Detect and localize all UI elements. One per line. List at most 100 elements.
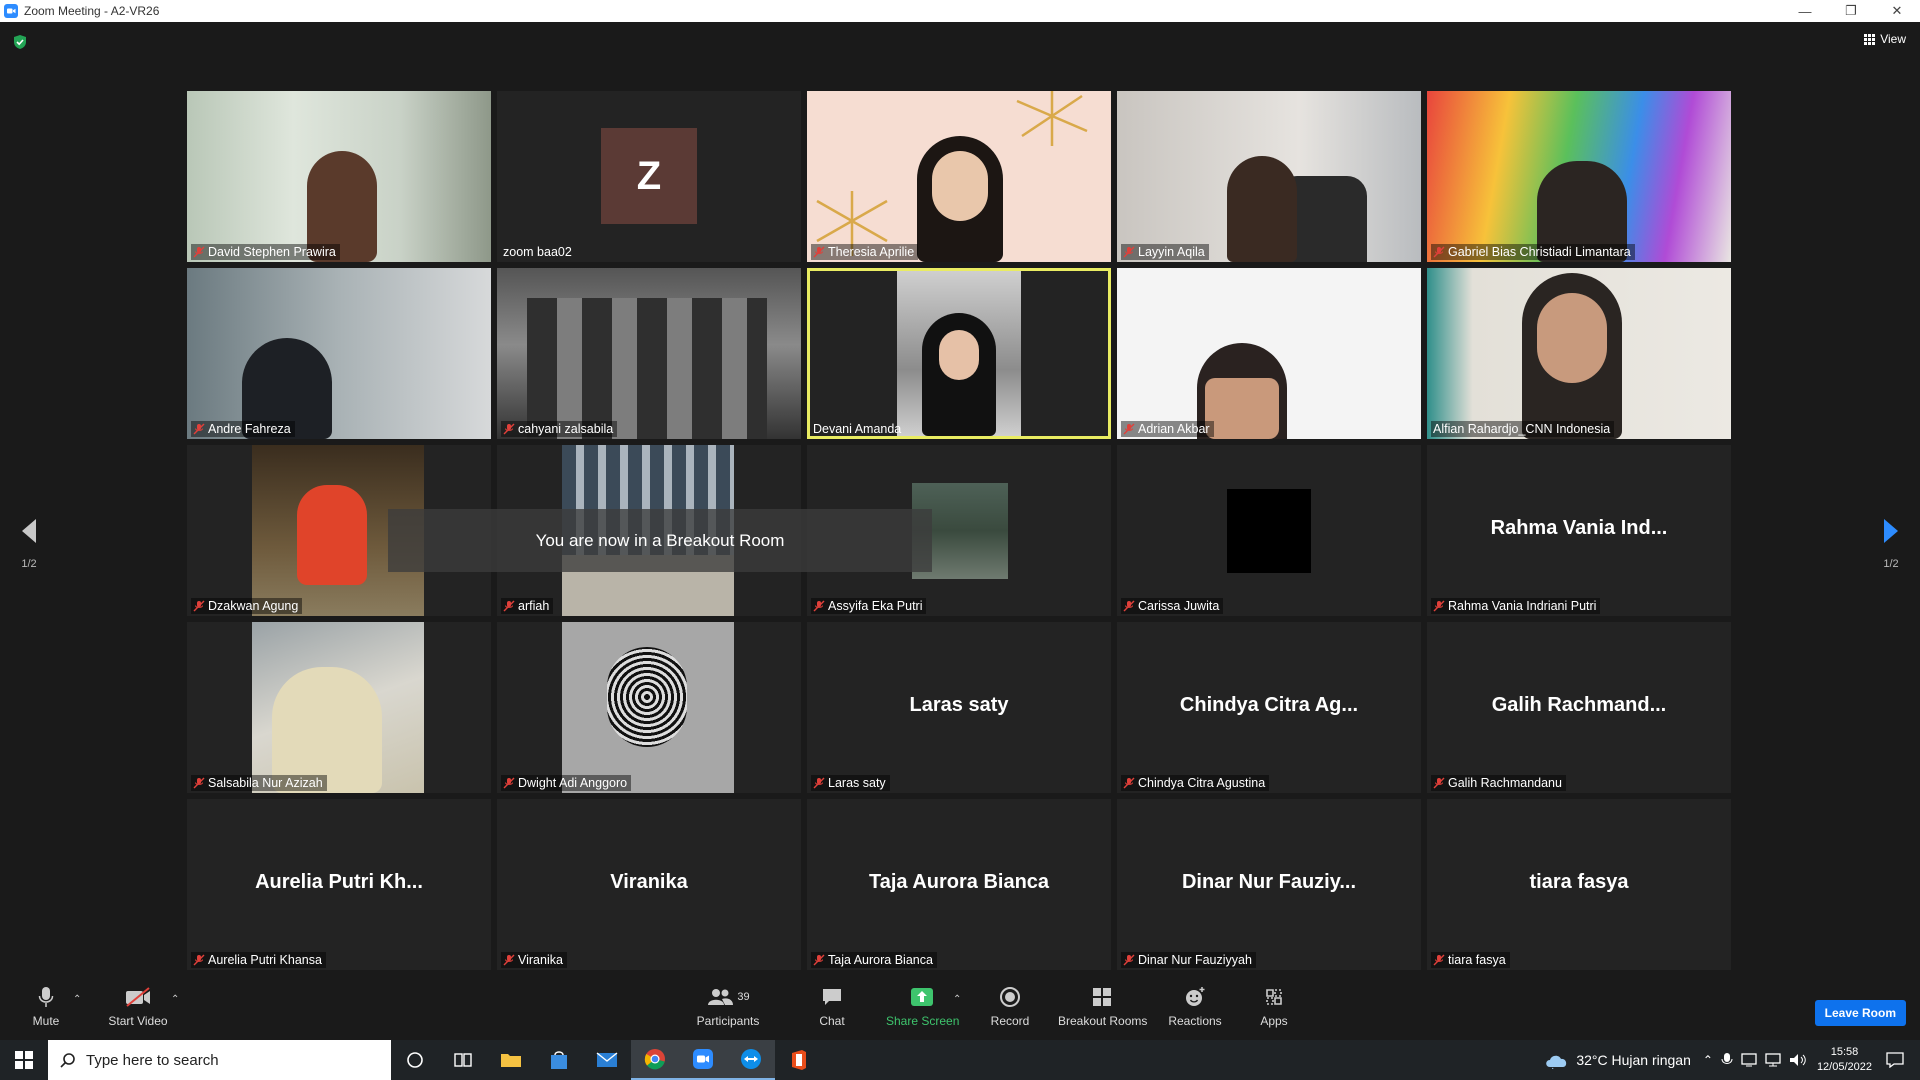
mic-muted-icon (193, 423, 205, 435)
video-tile[interactable]: Z zoom baa02 (497, 91, 801, 262)
network-icon[interactable] (1765, 1053, 1781, 1067)
weather-cloud-icon (1546, 1055, 1567, 1069)
arrow-right-icon (1884, 519, 1898, 543)
view-label: View (1880, 32, 1906, 46)
video-tile[interactable]: Laras saty Laras saty (807, 622, 1111, 793)
office-icon (792, 1050, 806, 1070)
taskbar-app-office[interactable] (775, 1040, 823, 1080)
participant-display-name: Dinar Nur Fauziy... (1181, 871, 1357, 893)
video-tile[interactable]: Gabriel Bias Christiadi Limantara (1427, 91, 1731, 262)
video-tile[interactable]: Dwight Adi Anggoro (497, 622, 801, 793)
video-tile[interactable]: Galih Rachmand... Galih Rachmandanu (1427, 622, 1731, 793)
microphone-tray-icon[interactable] (1721, 1052, 1733, 1068)
security-tray-icon[interactable] (1741, 1053, 1757, 1067)
chat-button[interactable]: Chat (812, 984, 852, 1028)
chrome-icon (644, 1049, 665, 1070)
show-hidden-icons-icon[interactable]: ⌃ (1703, 1053, 1713, 1067)
task-view-icon (454, 1053, 472, 1067)
prev-page-button[interactable]: 1/2 (9, 517, 49, 570)
participant-name-label: Layyin Aqila (1121, 244, 1209, 260)
video-tile[interactable]: Carissa Juwita (1117, 445, 1421, 616)
video-tile[interactable]: David Stephen Prawira (187, 91, 491, 262)
video-tile[interactable]: Alfian Rahardjo_CNN Indonesia (1427, 268, 1731, 439)
record-icon (1000, 987, 1020, 1007)
cortana-button[interactable] (391, 1040, 439, 1080)
video-tile[interactable]: Theresia Aprilie (807, 91, 1111, 262)
close-button[interactable]: ✕ (1874, 0, 1920, 22)
share-options-caret[interactable]: ⌃ (953, 994, 961, 1005)
zoom-app-icon (4, 4, 18, 18)
video-tile[interactable]: Chindya Citra Ag... Chindya Citra Agusti… (1117, 622, 1421, 793)
video-tile[interactable]: tiara fasya tiara fasya (1427, 799, 1731, 970)
record-button[interactable]: Record (990, 984, 1030, 1028)
notification-icon[interactable] (1886, 1052, 1904, 1068)
participant-video (297, 485, 367, 585)
meeting-area: View 1/2 1/2 David Stephen Prawira Z zoo… (0, 22, 1920, 980)
start-video-button[interactable]: Start Video (106, 984, 170, 1028)
taskbar-search-box[interactable]: Type here to search (48, 1040, 391, 1080)
participant-name-label: arfiah (501, 598, 554, 614)
video-tile-active-speaker[interactable]: Devani Amanda (807, 268, 1111, 439)
start-button[interactable] (0, 1040, 48, 1080)
mic-muted-icon (193, 777, 205, 789)
next-page-button[interactable]: 1/2 (1871, 517, 1911, 570)
participants-icon (708, 989, 734, 1005)
video-tile[interactable]: Aurelia Putri Kh... Aurelia Putri Khansa (187, 799, 491, 970)
participant-name-label: cahyani zalsabila (501, 421, 618, 437)
apps-button[interactable]: Apps (1254, 984, 1294, 1028)
participant-display-name: Viranika (610, 871, 688, 893)
mic-muted-icon (1123, 777, 1135, 789)
taskbar-app-chrome[interactable] (631, 1040, 679, 1080)
weather-text[interactable]: 32°C Hujan ringan (1576, 1052, 1691, 1068)
mic-muted-icon (503, 423, 515, 435)
video-tile[interactable]: Andre Fahreza (187, 268, 491, 439)
breakout-rooms-button[interactable]: Breakout Rooms (1058, 984, 1147, 1028)
mic-muted-icon (503, 954, 515, 966)
participants-count: 39 (737, 991, 750, 1003)
taskbar-app-file-explorer[interactable] (487, 1040, 535, 1080)
mail-icon (596, 1052, 618, 1067)
video-tile[interactable]: Viranika Viranika (497, 799, 801, 970)
mic-muted-icon (193, 600, 205, 612)
participant-display-name: Galih Rachmand... (1491, 694, 1667, 716)
reactions-button[interactable]: Reactions (1166, 984, 1224, 1028)
mute-button[interactable]: Mute (26, 984, 66, 1028)
participant-name-label: Galih Rachmandanu (1431, 775, 1566, 791)
share-screen-button[interactable]: Share Screen (886, 984, 959, 1028)
video-tile[interactable]: Adrian Akbar (1117, 268, 1421, 439)
participants-button[interactable]: 39 Participants (692, 984, 764, 1028)
restore-button[interactable]: ❐ (1828, 0, 1874, 22)
video-options-caret[interactable]: ⌃ (171, 994, 179, 1005)
taskbar-app-teamviewer[interactable] (727, 1040, 775, 1080)
video-tile[interactable]: Rahma Vania Ind... Rahma Vania Indriani … (1427, 445, 1731, 616)
participant-video (939, 330, 979, 380)
video-tile[interactable]: Layyin Aqila (1117, 91, 1421, 262)
store-icon (551, 1051, 567, 1069)
task-view-button[interactable] (439, 1040, 487, 1080)
audio-options-caret[interactable]: ⌃ (73, 994, 81, 1005)
clock-time: 15:58 (1830, 1046, 1859, 1058)
taskbar-app-zoom[interactable] (679, 1040, 727, 1080)
mic-muted-icon (1123, 600, 1135, 612)
mic-muted-icon (813, 246, 825, 258)
video-tile[interactable]: cahyani zalsabila (497, 268, 801, 439)
page-indicator-left: 1/2 (21, 558, 37, 570)
video-tile[interactable]: Dinar Nur Fauziy... Dinar Nur Fauziyyah (1117, 799, 1421, 970)
participant-video (187, 268, 491, 439)
participant-display-name: Aurelia Putri Kh... (255, 871, 423, 893)
participant-name-label: zoom baa02 (503, 245, 572, 259)
participant-name-label: Adrian Akbar (1121, 421, 1214, 437)
volume-icon[interactable] (1789, 1053, 1807, 1067)
video-tile[interactable]: Salsabila Nur Azizah (187, 622, 491, 793)
taskbar-clock[interactable]: 15:58 12/05/2022 (1817, 1045, 1872, 1075)
system-tray: 32°C Hujan ringan ⌃ 15:58 12/05/2022 (1544, 1040, 1920, 1080)
view-button[interactable]: View (1864, 32, 1906, 46)
participant-name-label: Viranika (501, 952, 567, 968)
video-tile[interactable]: Taja Aurora Bianca Taja Aurora Bianca (807, 799, 1111, 970)
leave-room-button[interactable]: Leave Room (1814, 1000, 1906, 1026)
taskbar-app-mail[interactable] (583, 1040, 631, 1080)
participant-video (527, 298, 767, 439)
minimize-button[interactable]: — (1782, 0, 1828, 22)
encryption-shield-icon[interactable] (12, 34, 28, 50)
taskbar-app-store[interactable] (535, 1040, 583, 1080)
